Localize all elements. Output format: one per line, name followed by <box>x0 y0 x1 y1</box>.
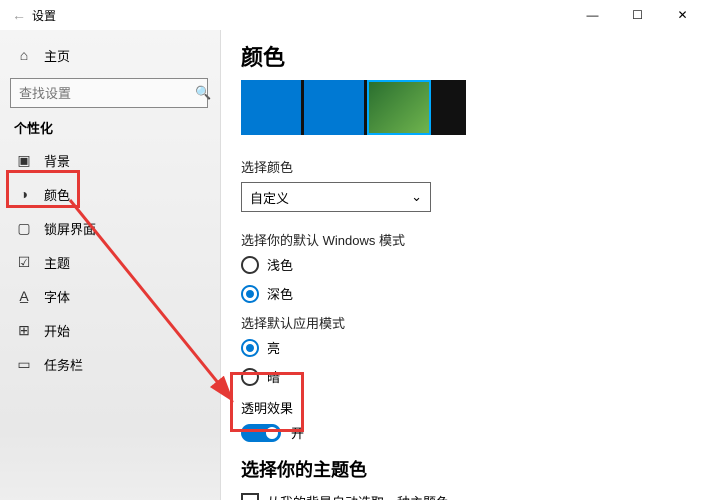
checkbox-icon <box>241 493 259 500</box>
dropdown-value: 自定义 <box>250 188 289 207</box>
sidebar-item-label: 背景 <box>44 151 70 170</box>
sidebar-item-colors[interactable]: ◑ 颜色 <box>10 177 220 211</box>
taskbar-icon: ▭ <box>16 356 32 373</box>
chevron-down-icon: ⌄ <box>411 189 422 205</box>
content-pane: 颜色 选择颜色 自定义 ⌄ 选择你的默认 Windows 模式 浅色 深色 选择… <box>220 30 705 500</box>
radio-app-dark[interactable]: 暗 <box>241 367 685 386</box>
back-icon: ← <box>12 7 26 23</box>
palette-icon: ◑ <box>16 186 32 202</box>
app-title: 设置 <box>32 7 56 24</box>
radio-icon <box>241 339 259 357</box>
sidebar: ⌂ 主页 🔍 个性化 ▣ 背景 ◑ 颜色 ▢ 锁屏界面 ☑ 主题 A̲ 字体 <box>0 30 220 500</box>
sidebar-item-background[interactable]: ▣ 背景 <box>10 143 220 177</box>
search-input[interactable] <box>19 86 195 101</box>
minimize-button[interactable]: — <box>570 0 615 30</box>
window-controls: — ☐ ✕ <box>570 0 705 30</box>
maximize-button[interactable]: ☐ <box>615 0 660 30</box>
home-icon: ⌂ <box>16 47 32 63</box>
auto-pick-color-checkbox[interactable]: 从我的背景自动选取一种主题色 <box>241 492 685 500</box>
start-icon: ⊞ <box>16 322 32 339</box>
search-box[interactable]: 🔍 <box>10 78 208 108</box>
radio-windows-light[interactable]: 浅色 <box>241 255 685 274</box>
color-preview <box>241 80 466 135</box>
sidebar-item-label: 任务栏 <box>44 355 83 374</box>
radio-icon <box>241 368 259 386</box>
choose-color-dropdown[interactable]: 自定义 ⌄ <box>241 182 431 212</box>
home-link[interactable]: ⌂ 主页 <box>10 38 220 72</box>
lock-icon: ▢ <box>16 220 32 237</box>
sidebar-item-label: 颜色 <box>44 185 70 204</box>
preview-tile-blue <box>241 80 301 135</box>
page-title: 颜色 <box>241 40 685 72</box>
sidebar-item-label: 字体 <box>44 287 70 306</box>
toggle-knob <box>266 427 278 439</box>
font-icon: A̲ <box>16 288 32 304</box>
transparency-toggle[interactable] <box>241 424 281 442</box>
radio-label: 深色 <box>267 284 293 303</box>
transparency-label: 透明效果 <box>241 398 685 417</box>
checkbox-label: 从我的背景自动选取一种主题色 <box>267 492 449 500</box>
preview-tile-image <box>367 80 431 135</box>
sidebar-item-lockscreen[interactable]: ▢ 锁屏界面 <box>10 211 220 245</box>
section-title: 个性化 <box>14 118 220 137</box>
choose-color-label: 选择颜色 <box>241 157 685 176</box>
sidebar-item-fonts[interactable]: A̲ 字体 <box>10 279 220 313</box>
radio-label: 浅色 <box>267 255 293 274</box>
radio-label: 暗 <box>267 367 280 386</box>
sidebar-item-taskbar[interactable]: ▭ 任务栏 <box>10 347 220 381</box>
sidebar-item-start[interactable]: ⊞ 开始 <box>10 313 220 347</box>
titlebar: ← 设置 — ☐ ✕ <box>0 0 705 30</box>
sidebar-item-themes[interactable]: ☑ 主题 <box>10 245 220 279</box>
app-mode-label: 选择默认应用模式 <box>241 313 685 332</box>
radio-windows-dark[interactable]: 深色 <box>241 284 685 303</box>
preview-tile-blue <box>304 80 364 135</box>
search-icon: 🔍 <box>195 85 211 101</box>
theme-color-heading: 选择你的主题色 <box>241 456 685 482</box>
windows-mode-label: 选择你的默认 Windows 模式 <box>241 230 685 249</box>
sidebar-item-label: 开始 <box>44 321 70 340</box>
sidebar-item-label: 锁屏界面 <box>44 219 96 238</box>
toggle-state-label: 开 <box>291 423 304 442</box>
close-button[interactable]: ✕ <box>660 0 705 30</box>
sidebar-item-label: 主题 <box>44 253 70 272</box>
radio-icon <box>241 285 259 303</box>
radio-app-light[interactable]: 亮 <box>241 338 685 357</box>
theme-icon: ☑ <box>16 254 32 271</box>
home-label: 主页 <box>44 46 70 65</box>
radio-icon <box>241 256 259 274</box>
picture-icon: ▣ <box>16 152 32 169</box>
radio-label: 亮 <box>267 338 280 357</box>
